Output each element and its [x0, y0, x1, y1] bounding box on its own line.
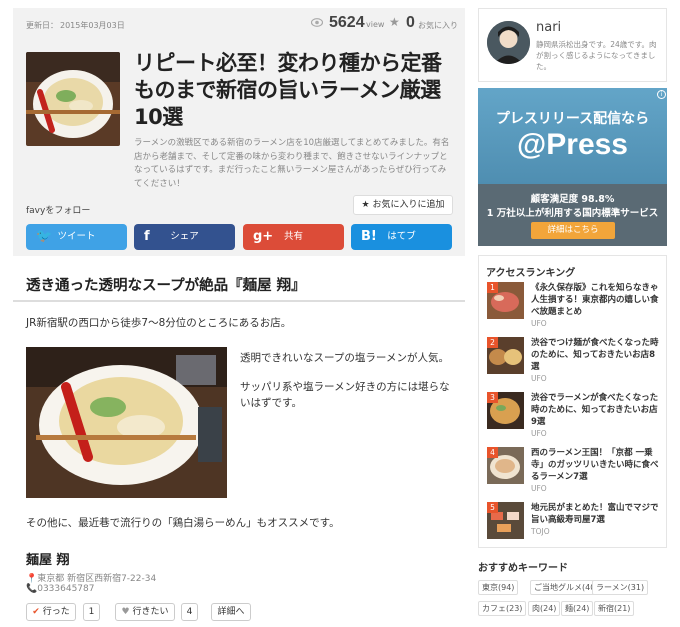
keyword-tag[interactable]: 肉(24) [528, 601, 561, 616]
favorite-count: 0 [406, 14, 415, 31]
section-divider [13, 300, 465, 302]
ranking-item-source: TOJO [531, 527, 550, 536]
article-description: ラーメンの激戦区である新宿のラーメン店を10店厳選してまとめてみました。有名店か… [134, 138, 450, 189]
ranking-item-title[interactable]: 西のラーメン王国！「京都 一乗寺」のガッツリいきたい時に食べるラーメン7選 [531, 447, 661, 483]
updated-label: 更新日： [26, 21, 58, 30]
ranking-number: 5 [487, 502, 498, 513]
ad-line-2: 1 万社以上が利用する国内標準サービス [486, 208, 659, 219]
eye-icon [311, 18, 323, 27]
ranking-item-source: UFO [531, 319, 547, 328]
map-pin-icon: 📍 [26, 574, 38, 584]
updated-date: 2015年03月03日 [60, 21, 125, 30]
profile-bio: 静岡県浜松出身です。24歳です。肉が割っく感じるようになってきました。 [536, 40, 657, 71]
ranking-number: 2 [487, 337, 498, 348]
paragraph: その他に、最近巷で流行りの「鶏白湯らーめん」もオススメです。 [26, 517, 340, 529]
ranking-number: 4 [487, 447, 498, 458]
ranking-item-title[interactable]: 渋谷でラーメンが食べたくなった時のために、知っておきたいお店9選 [531, 392, 661, 428]
ad-info-icon[interactable]: i [657, 90, 666, 99]
ramen-photo [26, 347, 227, 498]
shop-tel-text: 0333645787 [37, 584, 95, 594]
want-button[interactable]: ♥ 行きたい [115, 603, 175, 621]
facebook-share-label: シェア [170, 231, 199, 242]
want-count: 4 [181, 603, 198, 621]
article-thumbnail [26, 52, 120, 146]
ad-brand: @Press [517, 128, 628, 161]
paragraph: サッパリ系や塩ラーメン好きの方には堪らないはずです。 [240, 381, 450, 409]
favorite-unit: お気に入り [418, 21, 458, 30]
profile-name[interactable]: nari [536, 20, 561, 35]
add-favorite-button[interactable]: ★ お気に入りに追加 [353, 195, 453, 215]
ranking-item-title[interactable]: 地元民がまとめた！富山でマジで旨い高級寿司屋7選 [531, 502, 661, 526]
gplus-share-button[interactable]: g+ 共有 [243, 224, 344, 250]
keyword-tag[interactable]: ラーメン(31) [592, 580, 649, 595]
ranking-item-title[interactable]: 《永久保存版》これを知らなきゃ人生損する！東京都内の嬉しい食べ放題まとめ [531, 282, 661, 318]
shop-tel: 📞0333645787 [26, 584, 94, 594]
keywords-title: おすすめキーワード [478, 563, 568, 574]
page-title: リピート必至！変わり種から定番ものまで新宿の旨いラーメン厳選10選 [134, 51, 442, 129]
heart-icon: ♥ [121, 607, 130, 617]
went-count: 1 [83, 603, 100, 621]
ad-headline: プレスリリース配信なら [495, 111, 650, 127]
twitter-share-button[interactable]: 🐦 ツイート [26, 224, 127, 250]
follow-label: favyをフォロー [26, 206, 91, 216]
paragraph: 透明できれいなスープの塩ラーメンが人気。 [240, 352, 449, 364]
ranking-item-source: UFO [531, 374, 547, 383]
twitter-share-label: ツイート [57, 231, 96, 242]
detail-button[interactable]: 詳細へ [211, 603, 251, 621]
want-label: 行きたい [132, 607, 169, 617]
ranking-number: 1 [487, 282, 498, 293]
keyword-tag[interactable]: 東京(94) [478, 580, 519, 595]
check-icon: ✔ [32, 607, 40, 617]
shop-address: 📍東京都 新宿区西新宿7-22-34 [26, 571, 156, 584]
ranking-item-source: UFO [531, 429, 547, 438]
shop-address-text: 東京都 新宿区西新宿7-22-34 [37, 574, 157, 584]
went-button[interactable]: ✔ 行った [26, 603, 76, 621]
view-count: 5624 [329, 14, 365, 31]
ranking-number: 3 [487, 392, 498, 403]
gplus-share-label: 共有 [283, 231, 303, 242]
went-label: 行った [42, 607, 70, 617]
facebook-share-button[interactable]: f シェア [134, 224, 235, 250]
ad-detail-button[interactable]: 詳細はこちら [531, 222, 615, 239]
hatena-share-button[interactable]: B! はてブ [351, 224, 452, 250]
ranking-item-source: UFO [531, 484, 547, 493]
view-unit: view [366, 20, 385, 29]
add-favorite-label: お気に入りに追加 [372, 200, 445, 210]
star-icon: ★ [389, 15, 400, 29]
section-heading: 透き通った透明なスープが絶品『麺屋 翔』 [26, 278, 306, 294]
phone-icon: 📞 [26, 584, 38, 594]
avatar[interactable] [487, 21, 530, 64]
ranking-title: アクセスランキング [486, 268, 576, 279]
paragraph: JR新宿駅の西口から徒歩7～8分位のところにあるお店。 [26, 317, 292, 329]
star-icon: ★ [361, 200, 373, 210]
keyword-tag[interactable]: 新宿(21) [594, 601, 635, 616]
shop-name: 麺屋 翔 [26, 553, 70, 568]
keyword-tag[interactable]: カフェ(23) [478, 601, 527, 616]
ranking-item-title[interactable]: 渋谷でつけ麺が食べたくなった時のために、知っておきたいお店8選 [531, 337, 661, 373]
ad-line-1: 顧客満足度 98.8% [530, 194, 615, 205]
hatena-share-label: はてブ [387, 231, 416, 242]
keyword-tag[interactable]: 麺(24) [561, 601, 594, 616]
